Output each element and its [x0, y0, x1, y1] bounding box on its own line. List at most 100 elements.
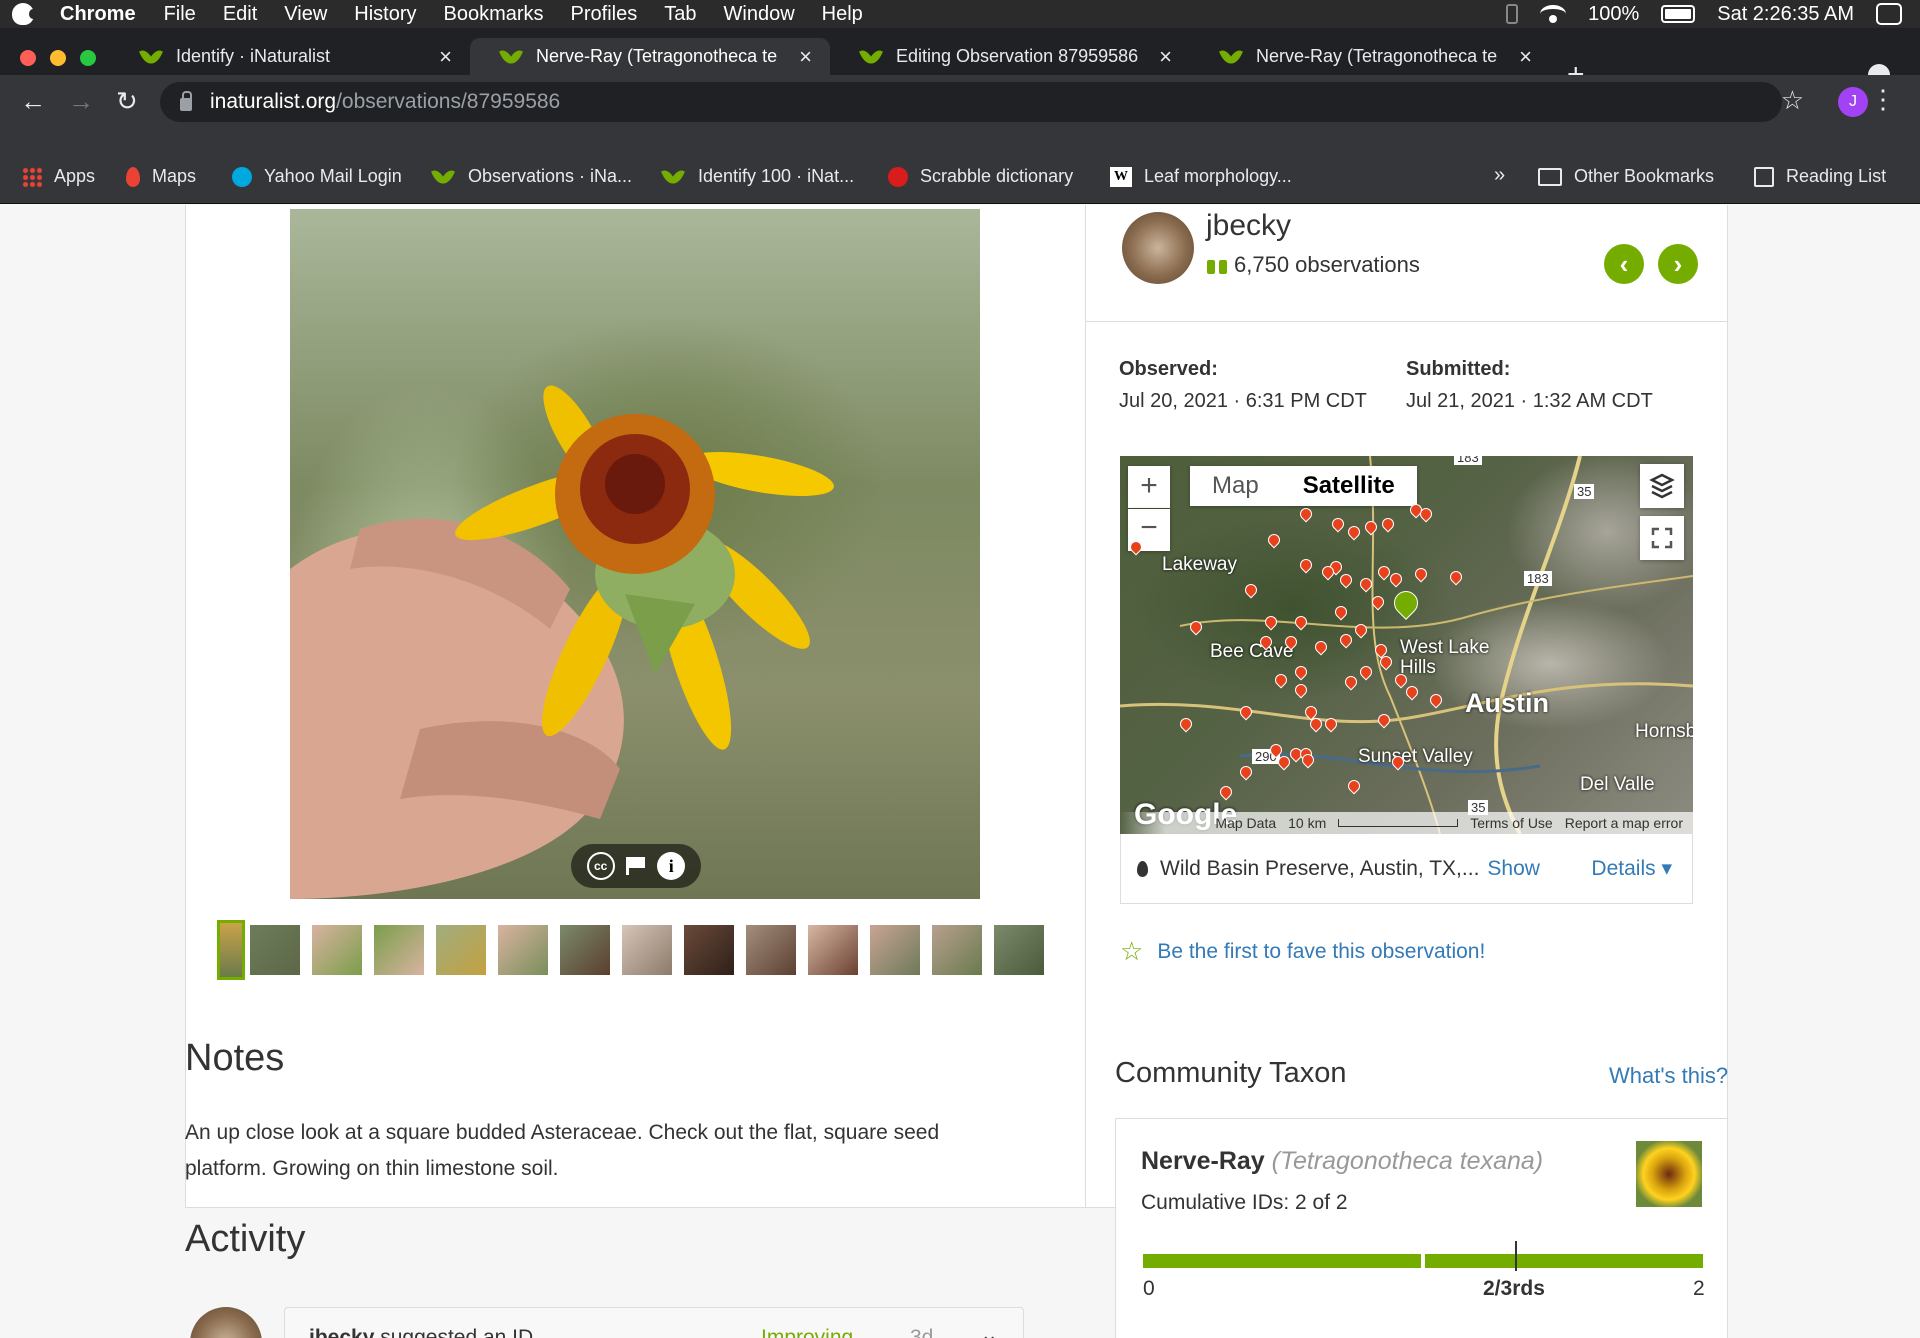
- flag-icon[interactable]: [625, 857, 646, 875]
- reading-list-icon: [1754, 166, 1774, 187]
- thumbnail[interactable]: [932, 925, 982, 975]
- place-show-link[interactable]: Show: [1487, 857, 1540, 881]
- thumbnail[interactable]: [622, 925, 672, 975]
- tab-editing-observation[interactable]: Editing Observation 87959586 ×: [830, 38, 1190, 75]
- bookmark-apps[interactable]: Apps: [22, 166, 95, 187]
- menu-file[interactable]: File: [164, 3, 196, 26]
- observer-avatar[interactable]: [1122, 212, 1194, 284]
- observation-photo[interactable]: cc i: [290, 209, 980, 899]
- submitted-date: Jul 21, 2021 · 1:32 AM CDT: [1406, 390, 1653, 412]
- minimize-window-button[interactable]: [50, 50, 66, 66]
- thumbnail[interactable]: [374, 925, 424, 975]
- star-outline-icon[interactable]: ☆: [1120, 936, 1143, 967]
- taxon-name[interactable]: Nerve-Ray (Tetragonotheca texana): [1141, 1147, 1543, 1176]
- taxon-photo[interactable]: [1636, 1141, 1702, 1207]
- chrome-menu-icon[interactable]: ⋮: [1870, 84, 1896, 114]
- close-window-button[interactable]: [20, 50, 36, 66]
- bookmarks-overflow-button[interactable]: »: [1494, 164, 1505, 187]
- close-icon[interactable]: ×: [1519, 44, 1532, 70]
- zoom-window-button[interactable]: [80, 50, 96, 66]
- menu-profiles[interactable]: Profiles: [571, 3, 638, 26]
- observer-observation-count[interactable]: 6,750 observations: [1234, 252, 1420, 278]
- map-report-error-link[interactable]: Report a map error: [1565, 815, 1683, 831]
- thumbnail[interactable]: [498, 925, 548, 975]
- bookmark-maps[interactable]: Maps: [126, 166, 196, 187]
- previous-observation-button[interactable]: ‹: [1604, 244, 1644, 284]
- menu-bookmarks[interactable]: Bookmarks: [444, 3, 544, 26]
- menu-window[interactable]: Window: [724, 3, 795, 26]
- close-icon[interactable]: ×: [439, 44, 452, 70]
- inat-leaf-icon: [140, 47, 164, 67]
- other-bookmarks[interactable]: Other Bookmarks: [1538, 166, 1714, 187]
- bookmark-yahoo-mail[interactable]: Yahoo Mail Login: [232, 166, 402, 187]
- reading-list[interactable]: Reading List: [1754, 166, 1886, 187]
- thumbnail[interactable]: [250, 925, 300, 975]
- map-terms-link[interactable]: Terms of Use: [1470, 815, 1552, 831]
- place-details-dropdown[interactable]: Details ▾: [1591, 856, 1672, 881]
- bookmark-identify-100[interactable]: Identify 100 · iNat...: [662, 166, 854, 187]
- menu-history[interactable]: History: [354, 3, 416, 26]
- clock[interactable]: Sat 2:26:35 AM: [1717, 3, 1854, 26]
- thumbnail[interactable]: [217, 920, 245, 980]
- bookmark-star-icon[interactable]: ☆: [1781, 85, 1804, 116]
- map-type-map-button[interactable]: Map: [1190, 466, 1281, 506]
- menu-edit[interactable]: Edit: [223, 3, 257, 26]
- taxon-common-name[interactable]: Nerve-Ray: [1141, 1147, 1265, 1175]
- profile-avatar[interactable]: J: [1838, 87, 1868, 117]
- bookmark-leaf-morphology[interactable]: W Leaf morphology...: [1110, 166, 1292, 187]
- tab-nerve-ray-2[interactable]: Nerve-Ray (Tetragonotheca te ×: [1190, 38, 1550, 75]
- address-bar[interactable]: inaturalist.org/observations/87959586: [160, 82, 1782, 122]
- back-icon[interactable]: ←: [20, 88, 46, 114]
- thumbnail[interactable]: [808, 925, 858, 975]
- menu-view[interactable]: View: [284, 3, 327, 26]
- whats-this-link[interactable]: What's this?: [1609, 1063, 1728, 1089]
- menu-help[interactable]: Help: [822, 3, 863, 26]
- info-icon[interactable]: i: [657, 852, 686, 880]
- close-icon[interactable]: ×: [1159, 44, 1172, 70]
- apple-icon[interactable]: [12, 3, 37, 25]
- thumbnail[interactable]: [684, 925, 734, 975]
- agreement-bar-min: 0: [1143, 1277, 1155, 1300]
- menu-tab[interactable]: Tab: [664, 3, 696, 26]
- menu-app-name[interactable]: Chrome: [60, 3, 136, 26]
- thumbnail[interactable]: [994, 925, 1044, 975]
- creative-commons-icon[interactable]: cc: [586, 852, 615, 880]
- thumbnail[interactable]: [870, 925, 920, 975]
- thumbnail[interactable]: [312, 925, 362, 975]
- fave-link[interactable]: Be the first to fave this observation!: [1157, 940, 1485, 964]
- observation-map[interactable]: + − Map Satellite Lakeway Bee Cave West …: [1120, 456, 1693, 834]
- next-observation-button[interactable]: ›: [1658, 244, 1698, 284]
- browser-toolbar: ← → ↻ inaturalist.org/observations/87959…: [0, 75, 1920, 128]
- fave-row[interactable]: ☆ Be the first to fave this observation!: [1120, 936, 1485, 967]
- tab-identify[interactable]: Identify · iNaturalist ×: [110, 38, 470, 75]
- battery-icon[interactable]: [1661, 5, 1696, 23]
- map-data-link[interactable]: Map Data: [1215, 815, 1276, 831]
- control-center-icon[interactable]: [1876, 3, 1902, 25]
- bookmark-label: Apps: [54, 166, 96, 186]
- tab-nerve-ray-active[interactable]: Nerve-Ray (Tetragonotheca te ×: [470, 38, 830, 75]
- reload-icon[interactable]: ↻: [116, 88, 138, 114]
- map-layers-button[interactable]: [1640, 464, 1684, 508]
- map-type-satellite-button[interactable]: Satellite: [1281, 466, 1417, 506]
- taxon-scientific-name[interactable]: (Tetragonotheca texana): [1272, 1147, 1543, 1175]
- close-icon[interactable]: ×: [799, 44, 812, 70]
- thumbnail[interactable]: [436, 925, 486, 975]
- agreement-bar-segment: [1143, 1254, 1421, 1268]
- activity-avatar[interactable]: [190, 1307, 262, 1338]
- activity-user[interactable]: jbecky: [309, 1326, 374, 1338]
- observer-username[interactable]: jbecky: [1206, 209, 1291, 243]
- photo-controls: cc i: [571, 844, 701, 888]
- thumbnail[interactable]: [746, 925, 796, 975]
- map-fullscreen-button[interactable]: [1640, 516, 1684, 560]
- chevron-down-icon[interactable]: ⌄: [980, 1322, 998, 1338]
- lock-icon[interactable]: [180, 90, 192, 111]
- bookmark-observations[interactable]: Observations · iNa...: [432, 166, 632, 187]
- bluetooth-icon[interactable]: [1506, 4, 1519, 24]
- map-scale-bar: [1338, 819, 1459, 827]
- forward-icon[interactable]: →: [68, 88, 94, 114]
- bookmark-scrabble[interactable]: Scrabble dictionary: [888, 166, 1073, 187]
- map-zoom-in-button[interactable]: +: [1128, 466, 1170, 508]
- wifi-icon[interactable]: [1540, 5, 1567, 23]
- map-type-toggle: Map Satellite: [1190, 466, 1417, 506]
- thumbnail[interactable]: [560, 925, 610, 975]
